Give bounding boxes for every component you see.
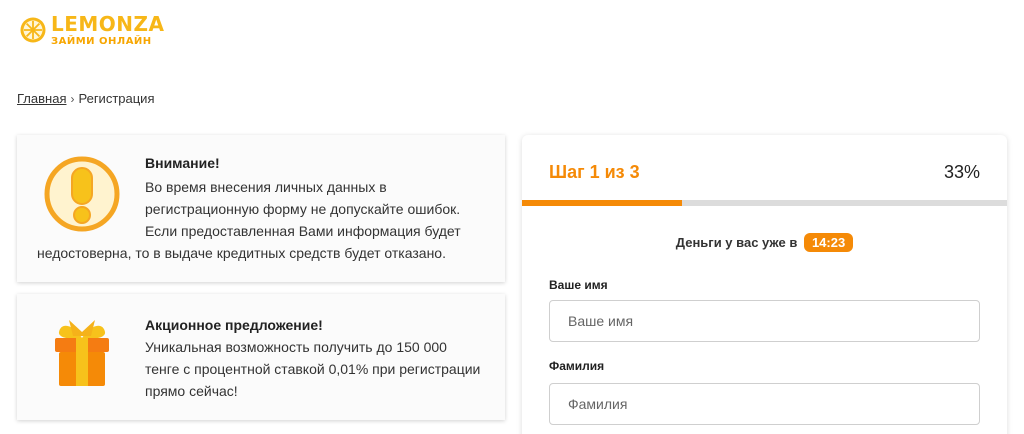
step-indicator: Шаг 1 из 3 bbox=[549, 162, 640, 182]
last-name-input[interactable] bbox=[549, 383, 980, 425]
gift-icon bbox=[55, 320, 109, 386]
site-logo[interactable]: LEMONZA ЗАЙМИ ОНЛАЙН bbox=[19, 14, 165, 47]
registration-form: Шаг 1 из 3 33% Деньги у вас уже в 14:23 … bbox=[522, 135, 1007, 434]
warning-text-line: Если предоставленная Вами информация буд… bbox=[145, 223, 461, 239]
warning-text-line: регистрационную форму не допускайте ошиб… bbox=[145, 201, 461, 217]
warning-text: Во время внесения личных данных в регист… bbox=[37, 176, 497, 264]
timer-text: Деньги у вас уже в bbox=[675, 235, 798, 250]
breadcrumb: Главная › Регистрация bbox=[17, 91, 154, 106]
first-name-label: Ваше имя bbox=[549, 278, 608, 292]
warning-text-line: недостоверна, то в выдаче кредитных сред… bbox=[37, 245, 446, 261]
progress-bar-fill bbox=[522, 200, 683, 206]
warning-card: Внимание! Во время внесения личных данны… bbox=[17, 135, 505, 282]
timer-badge: 14:23 bbox=[803, 233, 854, 252]
progress-bar bbox=[522, 200, 1007, 206]
breadcrumb-separator: › bbox=[70, 91, 75, 106]
promo-title: Акционное предложение! bbox=[145, 317, 323, 333]
warning-title: Внимание! bbox=[145, 155, 220, 171]
logo-subtitle: ЗАЙМИ ОНЛАЙН bbox=[51, 36, 152, 47]
breadcrumb-current: Регистрация bbox=[78, 91, 155, 106]
breadcrumb-home-link[interactable]: Главная bbox=[17, 91, 66, 106]
promo-card: Акционное предложение! Уникальная возмож… bbox=[17, 294, 505, 420]
first-name-input[interactable] bbox=[549, 300, 980, 342]
promo-text: Уникальная возможность получить до 150 0… bbox=[145, 339, 481, 399]
lemon-logo-icon bbox=[20, 17, 46, 43]
timer-row: Деньги у вас уже в 14:23 bbox=[522, 233, 1007, 252]
warning-text-line: Во время внесения личных данных в bbox=[145, 179, 387, 195]
logo-title: LEMONZA bbox=[51, 12, 165, 36]
last-name-label: Фамилия bbox=[549, 359, 605, 373]
progress-percent: 33% bbox=[943, 162, 980, 182]
